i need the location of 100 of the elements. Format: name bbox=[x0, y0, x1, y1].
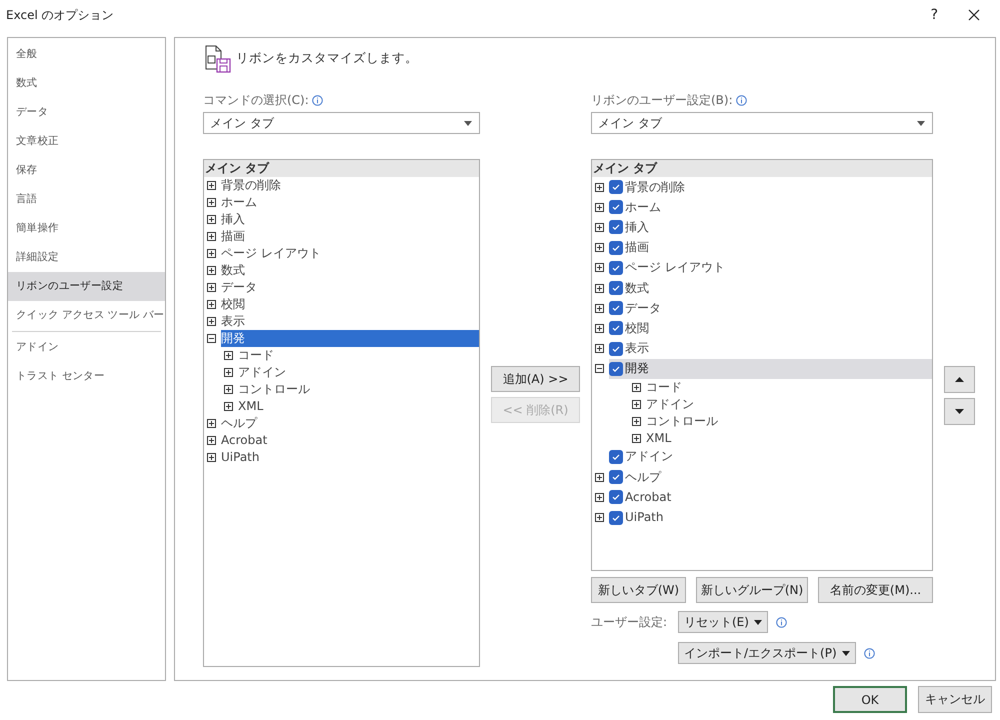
tree-item[interactable]: 挿入 bbox=[221, 211, 246, 228]
expander-icon[interactable] bbox=[632, 382, 641, 392]
checkbox[interactable] bbox=[609, 301, 623, 316]
tree-item[interactable]: 描画 bbox=[221, 228, 246, 245]
tree-item[interactable]: 描画 bbox=[625, 239, 650, 256]
checkbox[interactable] bbox=[609, 342, 623, 356]
tree-item[interactable]: XML bbox=[646, 430, 672, 447]
expander-icon[interactable] bbox=[595, 182, 604, 192]
expander-icon[interactable] bbox=[207, 453, 216, 462]
expander-icon[interactable] bbox=[207, 300, 216, 309]
tree-item[interactable]: ページ レイアウト bbox=[221, 245, 322, 262]
expander-icon[interactable] bbox=[595, 492, 604, 502]
expander-icon[interactable] bbox=[632, 400, 641, 409]
tree-item[interactable]: コード bbox=[646, 378, 683, 396]
checkbox[interactable] bbox=[609, 321, 623, 336]
expander-icon[interactable] bbox=[632, 434, 641, 443]
tree-item[interactable]: 開発 bbox=[625, 360, 650, 378]
expander-icon[interactable] bbox=[224, 385, 233, 394]
checkbox[interactable] bbox=[609, 180, 623, 194]
expander-icon[interactable] bbox=[207, 215, 216, 224]
sidebar-item[interactable]: アドイン bbox=[8, 333, 165, 362]
tree-item[interactable]: 校閲 bbox=[221, 296, 246, 313]
expander-icon[interactable] bbox=[224, 402, 233, 411]
expander-icon[interactable] bbox=[595, 472, 604, 482]
checkbox[interactable] bbox=[609, 470, 623, 484]
sidebar-item[interactable]: 言語 bbox=[8, 185, 165, 214]
expander-icon[interactable] bbox=[595, 344, 604, 354]
expander-icon[interactable] bbox=[207, 249, 216, 258]
tree-item[interactable]: UiPath bbox=[221, 449, 260, 466]
expander-icon[interactable] bbox=[595, 243, 604, 252]
tree-item[interactable]: データ bbox=[625, 300, 662, 317]
ribbon-action-button[interactable]: 新しいタブ(W) bbox=[591, 577, 686, 603]
close-icon[interactable] bbox=[968, 9, 980, 21]
add-button[interactable]: 追加(A) >> bbox=[491, 366, 580, 392]
commands-dropdown[interactable]: メイン タブ bbox=[203, 112, 480, 134]
checkbox[interactable] bbox=[609, 450, 623, 464]
expander-icon[interactable] bbox=[595, 364, 604, 374]
checkbox[interactable] bbox=[609, 510, 623, 525]
tree-item[interactable]: XML bbox=[238, 398, 264, 415]
expander-icon[interactable] bbox=[207, 266, 216, 275]
sidebar-item[interactable]: 数式 bbox=[8, 69, 165, 98]
sidebar-item[interactable]: 簡単操作 bbox=[8, 214, 165, 243]
expander-icon[interactable] bbox=[595, 284, 604, 293]
ribbon-action-button[interactable]: 名前の変更(M)... bbox=[818, 577, 933, 603]
checkbox[interactable] bbox=[609, 240, 623, 255]
tree-item[interactable]: アドイン bbox=[625, 448, 674, 466]
cancel-button[interactable]: キャンセル bbox=[918, 686, 992, 713]
expander-icon[interactable] bbox=[207, 317, 216, 326]
expander-icon[interactable] bbox=[595, 222, 604, 232]
sidebar-item[interactable]: 詳細設定 bbox=[8, 243, 165, 272]
expander-icon[interactable] bbox=[595, 263, 604, 272]
tree-item[interactable]: UiPath bbox=[625, 509, 664, 526]
tree-item[interactable]: 背景の削除 bbox=[221, 177, 282, 194]
expander-icon[interactable] bbox=[595, 202, 604, 212]
tree-item[interactable]: ヘルプ bbox=[221, 415, 258, 432]
expander-icon[interactable] bbox=[595, 324, 604, 333]
expander-icon[interactable] bbox=[207, 283, 216, 292]
tree-item[interactable]: 開発 bbox=[221, 330, 479, 347]
tree-item[interactable]: Acrobat bbox=[625, 488, 672, 506]
move-down-button[interactable] bbox=[944, 398, 975, 425]
tree-item[interactable]: コントロール bbox=[646, 412, 719, 430]
sidebar-item[interactable]: 文章校正 bbox=[8, 127, 165, 156]
expander-icon[interactable] bbox=[207, 181, 216, 190]
checkbox[interactable] bbox=[609, 490, 623, 504]
tree-item[interactable]: 表示 bbox=[221, 313, 246, 330]
move-up-button[interactable] bbox=[944, 366, 975, 393]
tree-item[interactable]: 挿入 bbox=[625, 218, 650, 236]
tree-item[interactable]: コード bbox=[238, 347, 275, 364]
sidebar-item[interactable]: クイック アクセス ツール バー bbox=[8, 301, 165, 330]
ribbon-action-button[interactable]: 新しいグループ(N) bbox=[696, 577, 808, 603]
expander-icon[interactable] bbox=[207, 419, 216, 428]
expander-icon[interactable] bbox=[207, 198, 216, 207]
tree-item[interactable]: 背景の削除 bbox=[625, 178, 686, 196]
tree-item[interactable]: 数式 bbox=[625, 280, 650, 297]
ribbon-dropdown[interactable]: メイン タブ bbox=[591, 112, 933, 134]
sidebar-item[interactable]: トラスト センター bbox=[8, 362, 165, 391]
sidebar-item[interactable]: 保存 bbox=[8, 156, 165, 185]
import-export-button[interactable]: インポート/エクスポート(P) bbox=[678, 642, 856, 664]
sidebar-item[interactable]: 全般 bbox=[8, 40, 165, 69]
checkbox[interactable] bbox=[609, 362, 623, 376]
sidebar-item[interactable]: リボンのユーザー設定 bbox=[8, 272, 165, 301]
tree-item[interactable]: ページ レイアウト bbox=[625, 259, 726, 276]
expander-icon[interactable] bbox=[224, 368, 233, 377]
tree-item[interactable]: アドイン bbox=[238, 364, 287, 381]
ok-button[interactable]: OK bbox=[833, 686, 907, 713]
tree-item[interactable]: アドイン bbox=[646, 396, 695, 413]
expander-icon[interactable] bbox=[207, 436, 216, 445]
expander-icon[interactable] bbox=[632, 416, 641, 426]
tree-item[interactable]: 数式 bbox=[221, 262, 246, 279]
tree-item[interactable]: 校閲 bbox=[625, 320, 650, 337]
tree-item[interactable]: ヘルプ bbox=[625, 468, 662, 486]
expander-icon[interactable] bbox=[207, 334, 216, 343]
checkbox[interactable] bbox=[609, 281, 623, 296]
expander-icon[interactable] bbox=[207, 232, 216, 241]
sidebar-item[interactable]: データ bbox=[8, 98, 165, 127]
checkbox[interactable] bbox=[609, 260, 623, 275]
tree-item[interactable]: ホーム bbox=[625, 198, 662, 216]
expander-icon[interactable] bbox=[224, 351, 233, 360]
expander-icon[interactable] bbox=[595, 304, 604, 313]
expander-icon[interactable] bbox=[595, 513, 604, 522]
